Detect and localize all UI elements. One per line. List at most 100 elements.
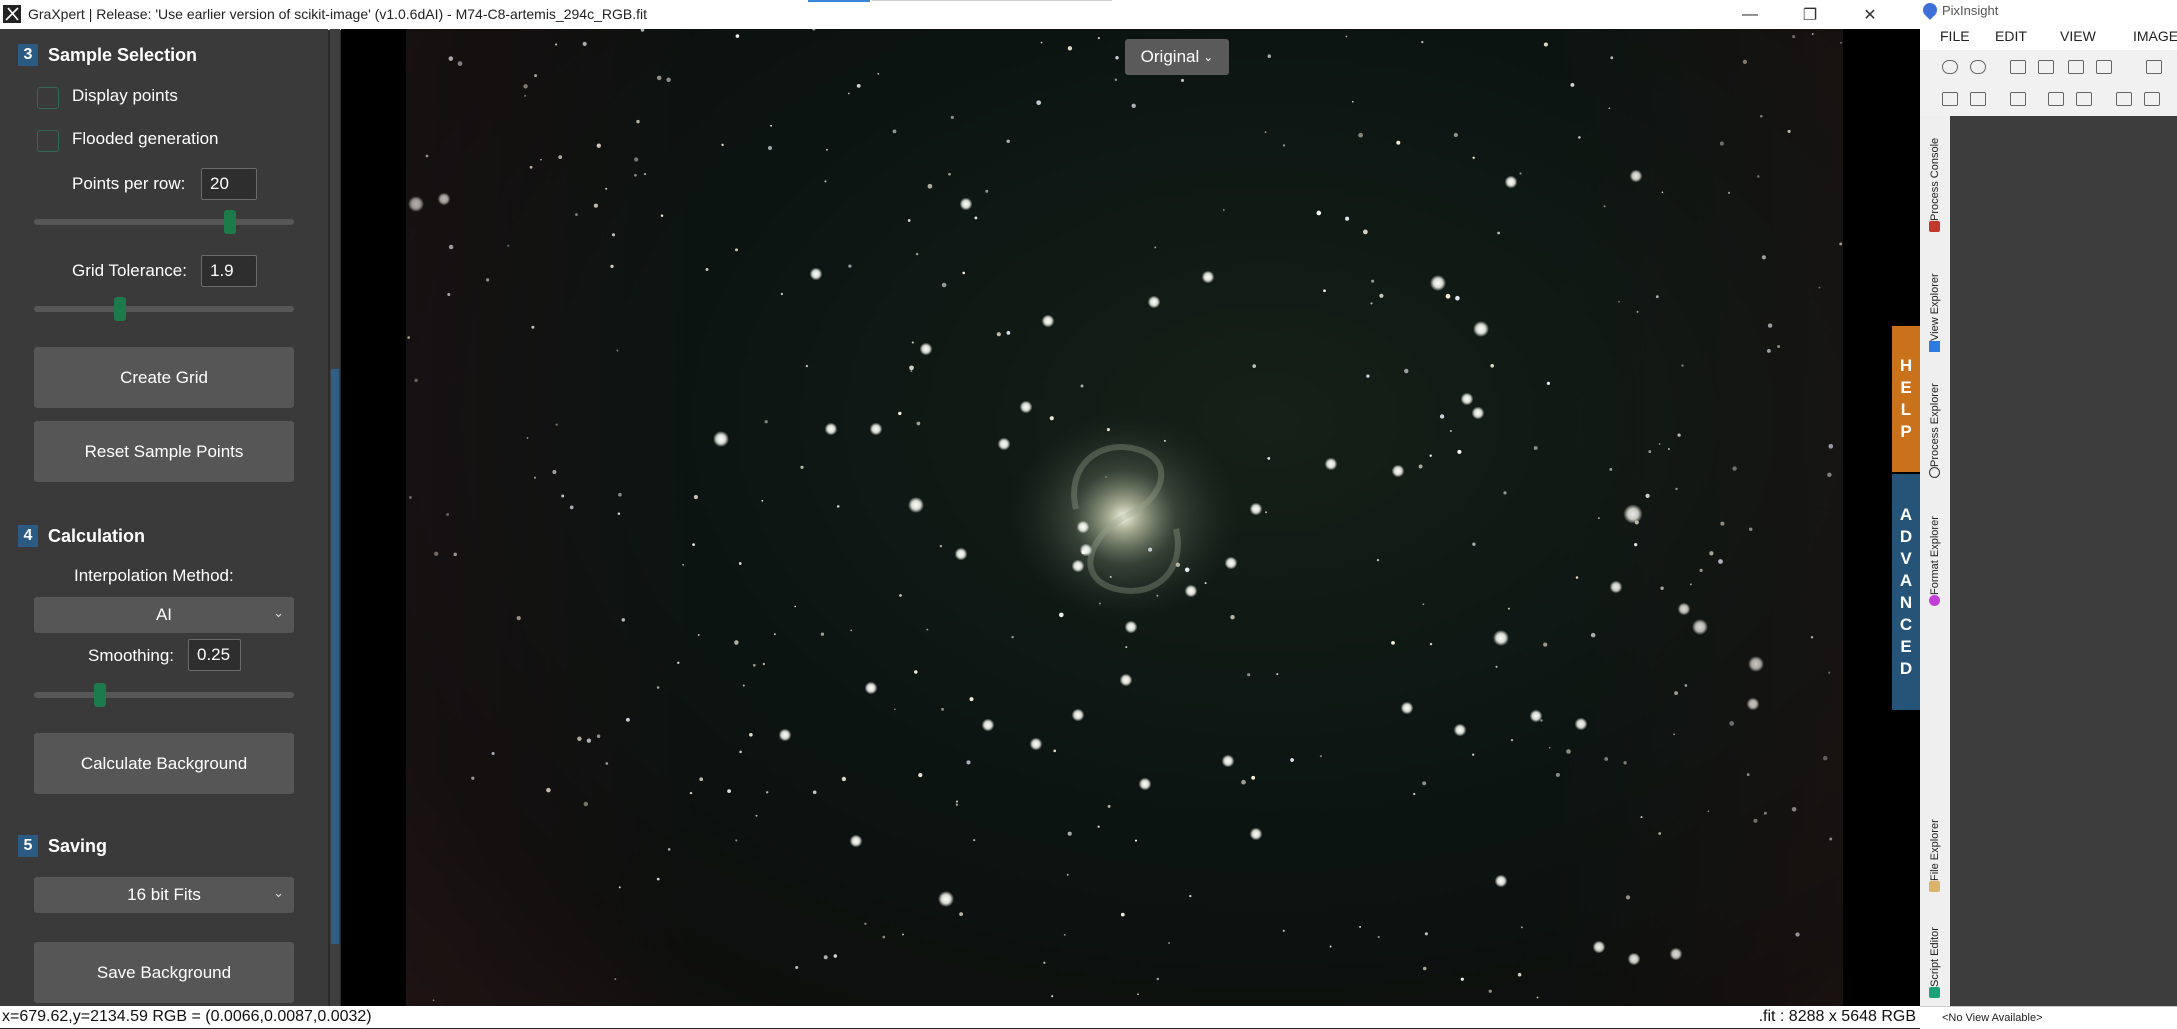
faint-star: [773, 633, 776, 636]
monitor-icon[interactable]: [2076, 92, 2092, 106]
points-per-row-slider[interactable]: [34, 210, 294, 234]
faint-star: [1610, 56, 1614, 60]
pixinsight-workspace[interactable]: [1950, 116, 2177, 1006]
calculate-background-button[interactable]: Calculate Background: [34, 733, 294, 794]
script-editor-tab[interactable]: Script Editor: [1924, 902, 1946, 1002]
display-points-checkbox[interactable]: [37, 87, 59, 109]
faint-star: [1067, 831, 1072, 836]
faint-star: [577, 736, 582, 742]
faint-star: [1081, 550, 1086, 555]
bright-star: [908, 497, 924, 513]
faint-star: [634, 173, 637, 177]
toolbar-icon[interactable]: [2038, 60, 2054, 74]
faint-star: [1184, 567, 1190, 573]
bright-star: [1224, 556, 1238, 570]
flooded-generation-checkbox[interactable]: [37, 130, 59, 152]
faint-star: [762, 662, 766, 666]
bright-star: [1504, 175, 1518, 189]
file-explorer-tab[interactable]: File Explorer: [1924, 796, 1946, 896]
bright-star: [997, 437, 1011, 451]
process-console-tab[interactable]: Process Console: [1924, 120, 1946, 236]
bright-star: [938, 891, 954, 907]
create-grid-button[interactable]: Create Grid: [34, 347, 294, 408]
toolbar-icon[interactable]: [2146, 60, 2162, 74]
menu-image[interactable]: IMAGE: [2133, 28, 2177, 44]
format-explorer-tab[interactable]: Format Explorer: [1924, 490, 1946, 610]
monitor-icon[interactable]: [2048, 92, 2064, 106]
toolbar-icon[interactable]: [2096, 60, 2112, 74]
view-mode-dropdown[interactable]: Original ⌄: [1125, 39, 1229, 75]
smoothing-slider-handle[interactable]: [94, 683, 106, 707]
monitor-icon[interactable]: [1942, 92, 1958, 106]
smoothing-label: Smoothing:: [88, 646, 174, 665]
faint-star: [1455, 295, 1460, 301]
astro-image-view[interactable]: [406, 29, 1843, 1006]
sidebar-scrollbar-thumb[interactable]: [331, 369, 339, 944]
faint-star: [1604, 757, 1609, 761]
reset-sample-points-button[interactable]: Reset Sample Points: [34, 421, 294, 482]
faint-star: [847, 92, 850, 95]
monitor-icon[interactable]: [2116, 92, 2132, 106]
monitor-icon[interactable]: [2144, 92, 2160, 106]
faint-star: [1674, 691, 1679, 696]
menu-file[interactable]: FILE: [1940, 28, 1970, 44]
restore-button[interactable]: ❐: [1780, 0, 1840, 29]
save-format-dropdown[interactable]: 16 bit Fits ⌄: [34, 877, 294, 913]
close-button[interactable]: ✕: [1840, 0, 1900, 29]
faint-star: [742, 684, 745, 687]
faint-star: [617, 512, 621, 515]
help-tab[interactable]: HELP: [1892, 326, 1920, 472]
grid-tolerance-input[interactable]: 1.9: [201, 255, 257, 287]
faint-star: [1761, 255, 1766, 260]
faint-star: [1759, 114, 1763, 118]
faint-star: [1519, 172, 1522, 175]
faint-star: [1658, 832, 1662, 835]
faint-star: [1247, 673, 1251, 677]
faint-star: [911, 341, 914, 344]
undo-icon[interactable]: [1942, 60, 1958, 74]
faint-star: [583, 801, 589, 807]
section-title-saving: Saving: [48, 835, 108, 856]
faint-star: [966, 760, 971, 765]
redo-icon[interactable]: [1970, 60, 1986, 74]
process-explorer-tab[interactable]: Process Explorer: [1924, 362, 1946, 482]
faint-star: [955, 803, 959, 806]
points-per-row-slider-handle[interactable]: [224, 210, 236, 234]
faint-star: [1422, 966, 1427, 971]
faint-star: [1548, 746, 1551, 749]
faint-star: [1391, 641, 1395, 645]
faint-star: [1154, 246, 1157, 249]
toolbar-icon[interactable]: [2068, 60, 2084, 74]
advanced-tab[interactable]: ADVANCED: [1892, 474, 1920, 710]
faint-star: [529, 165, 533, 169]
image-canvas[interactable]: Original ⌄: [341, 29, 1920, 1006]
faint-star: [621, 618, 626, 622]
smoothing-input[interactable]: 0.25: [188, 639, 241, 671]
monitor-icon[interactable]: [2010, 92, 2026, 106]
faint-star: [1640, 816, 1643, 819]
faint-star: [1319, 755, 1322, 758]
points-per-row-input[interactable]: 20: [201, 168, 257, 200]
faint-star: [618, 886, 621, 889]
sidebar-scrollbar[interactable]: [330, 29, 340, 1006]
faint-star: [1222, 209, 1225, 211]
grid-tolerance-slider[interactable]: [34, 297, 294, 321]
faint-star: [1445, 293, 1451, 299]
minimize-button[interactable]: —: [1720, 0, 1780, 29]
toolbar-icon[interactable]: [2010, 60, 2026, 74]
bright-star: [1138, 777, 1152, 791]
smoothing-slider[interactable]: [34, 683, 294, 707]
save-background-button[interactable]: Save Background: [34, 942, 294, 1003]
monitor-icon[interactable]: [1970, 92, 1986, 106]
faint-star: [1358, 132, 1363, 138]
interpolation-method-dropdown[interactable]: AI ⌄: [34, 597, 294, 633]
menu-view[interactable]: VIEW: [2060, 28, 2096, 44]
grid-tolerance-slider-handle[interactable]: [114, 297, 126, 321]
menu-edit[interactable]: EDIT: [1995, 28, 2027, 44]
faint-star: [738, 562, 742, 565]
faint-star: [812, 29, 816, 31]
view-explorer-tab[interactable]: View Explorer: [1924, 246, 1946, 356]
faint-star: [780, 292, 784, 296]
faint-star: [916, 421, 921, 426]
faint-star: [1107, 804, 1111, 808]
